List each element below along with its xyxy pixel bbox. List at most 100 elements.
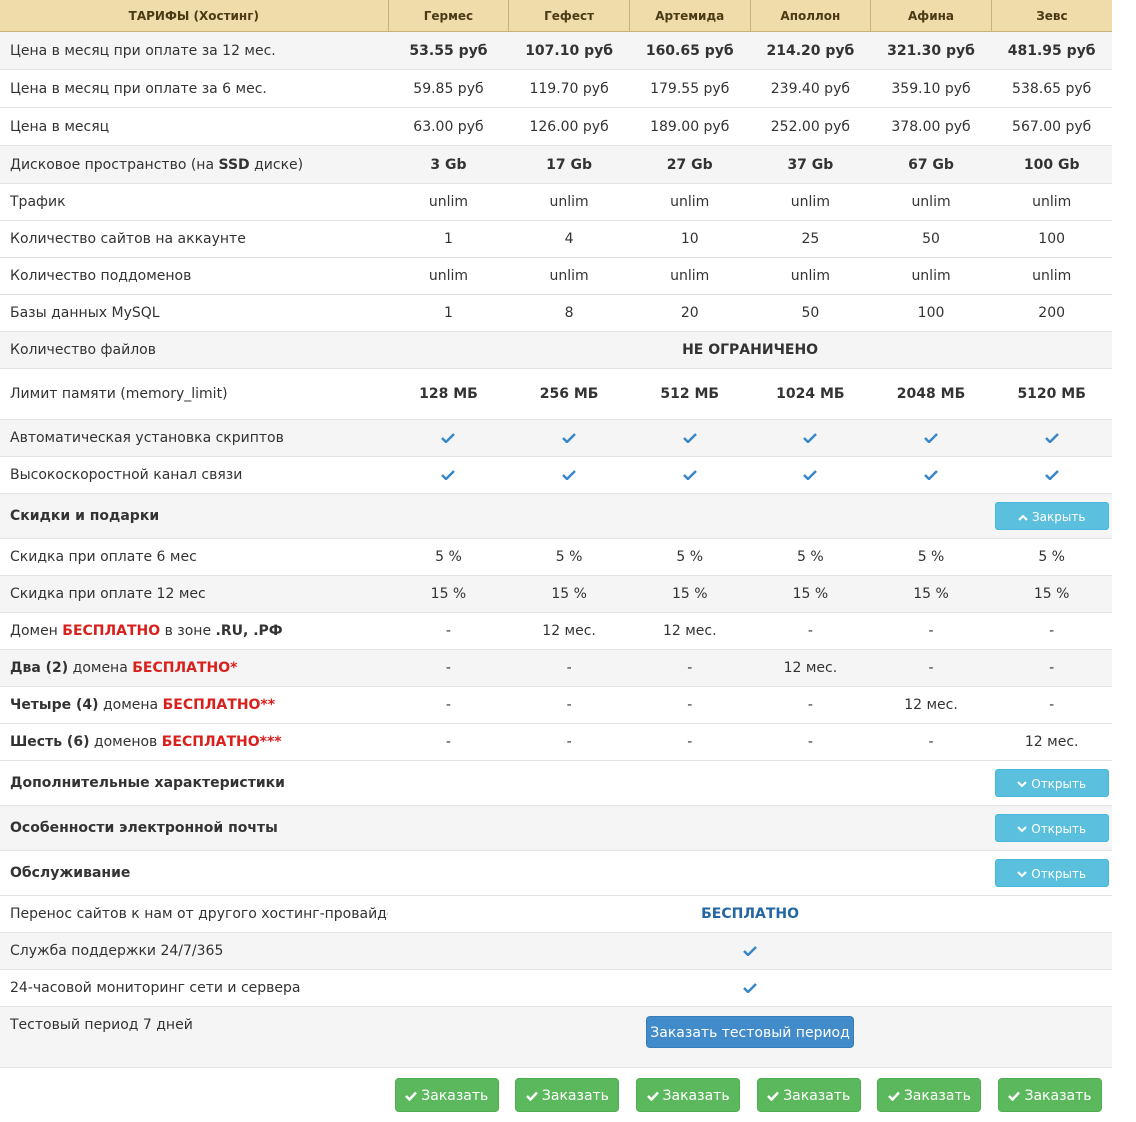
domain-4-cell: - [991,687,1112,724]
memory-cell: 1024 МБ [750,369,871,420]
domain-6-count: Шесть (6) [10,734,89,750]
sites-cell: 100 [991,221,1112,258]
order-empty-cell [0,1068,388,1122]
order-label: Заказать [663,1088,730,1104]
section-row-discounts: Скидки и подарки Закрыть [0,494,1112,539]
traffic-cell: unlim [871,184,992,221]
price-12-cell: 160.65 руб [629,32,750,70]
section-toggle-cell: Открыть [991,761,1112,806]
table-row: Скидка при оплате 6 мес 5 % 5 % 5 % 5 % … [0,539,1112,576]
section-title-discounts: Скидки и подарки [0,494,991,539]
row-label-price-12: Цена в месяц при оплате за 12 мес. [0,32,388,70]
disk-cell: 27 Gb [629,146,750,184]
check-icon [683,470,697,480]
memory-cell: 2048 МБ [871,369,992,420]
email-open-button[interactable]: Открыть [995,814,1109,842]
row-label-sites: Количество сайтов на аккаунте [0,221,388,258]
plan-header-athena: Афина [871,0,992,32]
mysql-cell: 50 [750,295,871,332]
row-label-domain-4: Четыре (4) домена БЕСПЛАТНО** [0,687,388,724]
domain-4-free: БЕСПЛАТНО** [163,697,276,713]
domain-2-cell: - [388,650,509,687]
domain-2-cell: - [871,650,992,687]
check-icon [924,433,938,443]
autoinstall-cell [750,420,871,457]
check-icon [1045,433,1059,443]
autoinstall-cell [871,420,992,457]
support-cell [388,933,1112,970]
domain-4-cell: - [750,687,871,724]
check-icon [405,1091,417,1101]
check-icon [743,983,757,993]
price-6-cell: 538.65 руб [991,70,1112,108]
extra-open-button[interactable]: Открыть [995,769,1109,797]
sites-cell: 25 [750,221,871,258]
check-icon [683,433,697,443]
trial-cell: Заказать тестовый период [388,1007,1112,1068]
order-buttons-row: Заказать Заказать Заказать Заказать Зака… [0,1068,1112,1122]
autoinstall-cell [388,420,509,457]
memory-cell: 512 МБ [629,369,750,420]
price-12-cell: 481.95 руб [991,32,1112,70]
domain-4-mid: домена [99,697,163,713]
discount-6-cell: 5 % [991,539,1112,576]
row-label-channel: Высокоскоростной канал связи [0,457,388,494]
order-button-zeus[interactable]: Заказать [998,1078,1102,1112]
table-row: Количество поддоменов unlim unlim unlim … [0,258,1112,295]
order-button-artemis[interactable]: Заказать [636,1078,740,1112]
domain-6-mid: доменов [89,734,161,750]
order-button-hephaestus[interactable]: Заказать [515,1078,619,1112]
subdomains-cell: unlim [991,258,1112,295]
check-icon [803,433,817,443]
channel-cell [388,457,509,494]
disk-label-ssd: SSD [218,157,249,173]
mysql-cell: 200 [991,295,1112,332]
check-icon [562,433,576,443]
order-button-athena[interactable]: Заказать [877,1078,981,1112]
traffic-cell: unlim [991,184,1112,221]
mysql-cell: 8 [509,295,630,332]
domain-1-cell: - [991,613,1112,650]
discount-12-cell: 15 % [388,576,509,613]
disk-label-pre: Дисковое пространство (на [10,157,218,173]
check-icon [441,470,455,480]
table-row: Перенос сайтов к нам от другого хостинг-… [0,896,1112,933]
domain-1-cell: - [871,613,992,650]
domain-1-cell: 12 мес. [629,613,750,650]
table-row: Тестовый период 7 дней Заказать тестовый… [0,1007,1112,1068]
domain-6-cell: 12 мес. [991,724,1112,761]
domain-4-count: Четыре (4) [10,697,99,713]
table-row: Домен БЕСПЛАТНО в зоне .RU, .РФ - 12 мес… [0,613,1112,650]
table-row: Цена в месяц 63.00 руб 126.00 руб 189.00… [0,108,1112,146]
row-label-price-1: Цена в месяц [0,108,388,146]
price-1-cell: 252.00 руб [750,108,871,146]
order-button-apollo[interactable]: Заказать [757,1078,861,1112]
service-open-button[interactable]: Открыть [995,859,1109,887]
section-row-service: Обслуживание Открыть [0,851,1112,896]
order-cell: Заказать [871,1068,992,1122]
discount-12-cell: 15 % [509,576,630,613]
channel-cell [991,457,1112,494]
row-label-subdomains: Количество поддоменов [0,258,388,295]
row-label-traffic: Трафик [0,184,388,221]
row-label-files: Количество файлов [0,332,388,369]
order-button-hermes[interactable]: Заказать [395,1078,499,1112]
discounts-close-button[interactable]: Закрыть [995,502,1109,530]
order-trial-button[interactable]: Заказать тестовый период [646,1016,854,1048]
discount-6-cell: 5 % [509,539,630,576]
price-12-cell: 53.55 руб [388,32,509,70]
order-label: Заказать [542,1088,609,1104]
domain-6-cell: - [871,724,992,761]
disk-cell: 3 Gb [388,146,509,184]
extra-open-label: Открыть [1031,777,1086,791]
subdomains-cell: unlim [750,258,871,295]
chevron-down-icon [1017,781,1027,788]
table-row: Служба поддержки 24/7/365 [0,933,1112,970]
domain-1-zones: .RU, .РФ [216,623,283,639]
section-toggle-cell: Открыть [991,851,1112,896]
price-6-cell: 359.10 руб [871,70,992,108]
domain-1-cell: 12 мес. [509,613,630,650]
discount-6-cell: 5 % [629,539,750,576]
domain-2-cell: - [629,650,750,687]
domain-4-cell: - [388,687,509,724]
